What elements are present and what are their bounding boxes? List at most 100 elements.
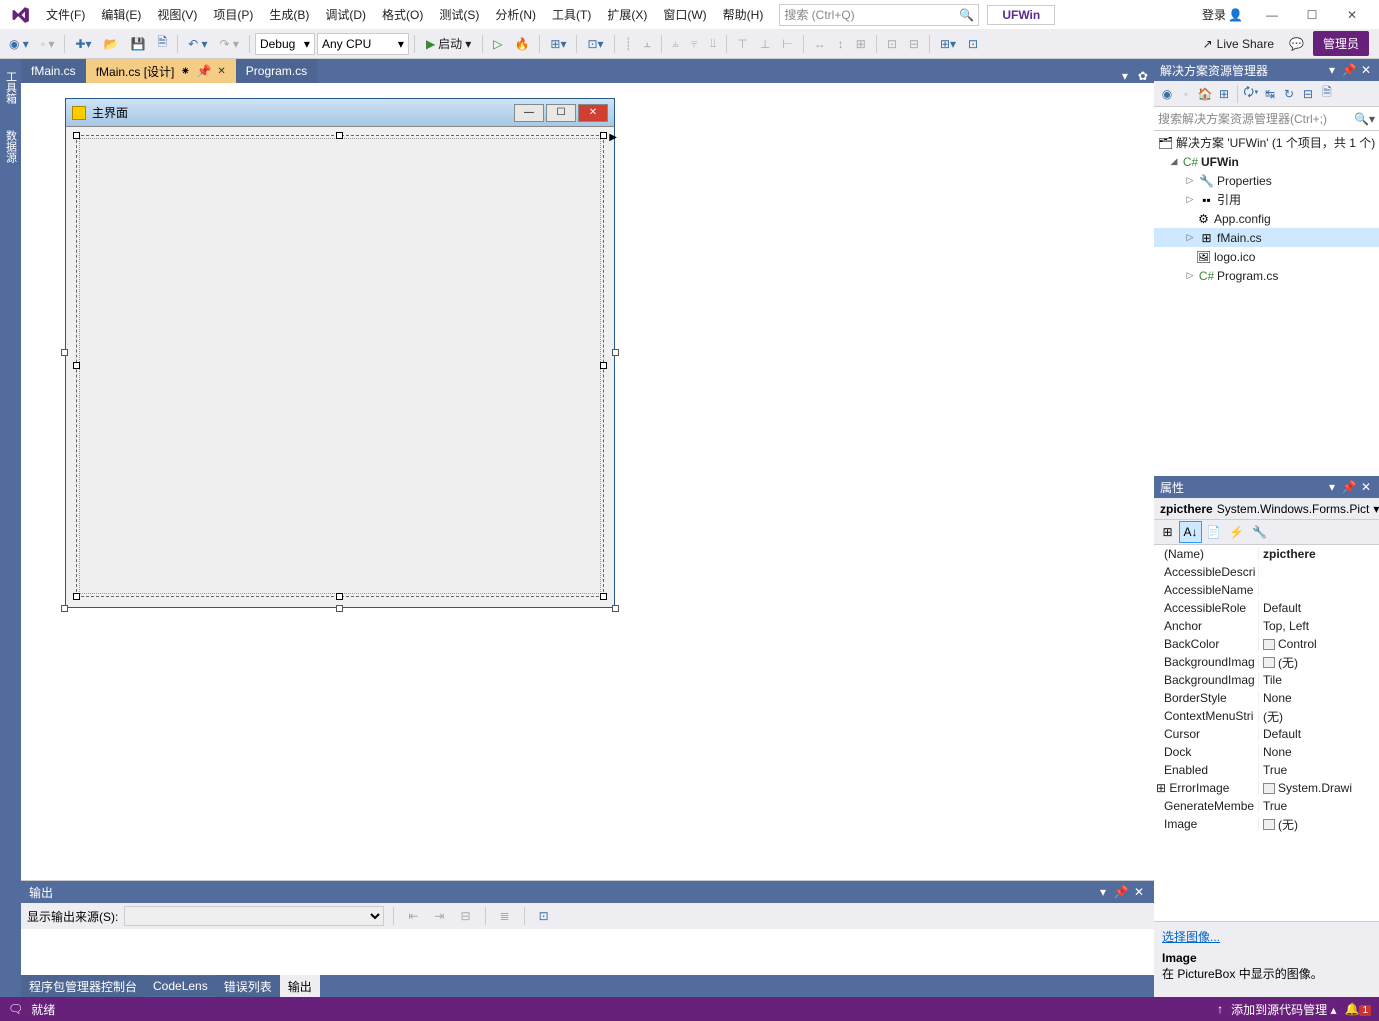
pin-icon[interactable]: 📌 bbox=[196, 64, 211, 78]
menu-debug[interactable]: 调试(D) bbox=[317, 2, 374, 27]
prop-row[interactable]: GenerateMembeTrue bbox=[1154, 797, 1379, 815]
align-1[interactable]: ⫨ bbox=[667, 33, 684, 54]
se-close-icon[interactable]: ✕ bbox=[1359, 63, 1373, 77]
props-pages-button[interactable]: 🔧 bbox=[1248, 521, 1271, 543]
se-home-icon[interactable]: 🏠 bbox=[1196, 85, 1214, 103]
picturebox-selected[interactable]: ▶ bbox=[76, 135, 604, 597]
feedback-button[interactable]: 💬 bbox=[1284, 34, 1309, 54]
start-nodbg-button[interactable]: ▷ bbox=[488, 34, 507, 54]
solution-name-badge[interactable]: UFWin bbox=[987, 5, 1055, 25]
resize-handle[interactable] bbox=[73, 593, 80, 600]
nav-back-button[interactable]: ◉ ▾ bbox=[4, 34, 34, 54]
tree-solution[interactable]: 🗂解决方案 'UFWin' (1 个项目，共 1 个) bbox=[1154, 133, 1379, 152]
save-all-button[interactable]: 🗎 bbox=[152, 30, 172, 57]
se-back-icon[interactable]: ◉ bbox=[1158, 85, 1176, 103]
spacing-2[interactable]: ↕ bbox=[833, 34, 849, 54]
scm-button[interactable]: 添加到源代码管理 ▴ bbox=[1231, 1001, 1336, 1018]
form-handle[interactable] bbox=[336, 605, 343, 612]
menu-window[interactable]: 窗口(W) bbox=[655, 2, 714, 27]
nav-fwd-button[interactable]: ◦ ▾ bbox=[36, 34, 60, 54]
se-pin-icon[interactable]: 📌 bbox=[1342, 63, 1356, 77]
align-6[interactable]: ⊢ bbox=[777, 34, 797, 54]
resize-handle[interactable] bbox=[600, 362, 607, 369]
tab-fmain-design[interactable]: fMain.cs [设计]⁕📌✕ bbox=[86, 59, 236, 83]
out-btn-4[interactable]: ≣ bbox=[495, 906, 515, 926]
props-pin-icon[interactable]: 📌 bbox=[1342, 480, 1356, 494]
resize-handle[interactable] bbox=[73, 362, 80, 369]
sign-in-button[interactable]: 登录👤 bbox=[1196, 2, 1249, 27]
output-body[interactable] bbox=[21, 929, 1154, 975]
btab-pkg-console[interactable]: 程序包管理器控制台 bbox=[21, 975, 145, 998]
tab-program-cs[interactable]: Program.cs bbox=[236, 59, 317, 83]
hot-reload-button[interactable]: 🔥 bbox=[509, 34, 534, 54]
align-2[interactable]: ⫧ bbox=[686, 33, 703, 54]
resize-handle[interactable] bbox=[336, 593, 343, 600]
align-3[interactable]: ⫫ bbox=[705, 33, 722, 54]
resize-handle[interactable] bbox=[600, 132, 607, 139]
prop-row[interactable]: EnabledTrue bbox=[1154, 761, 1379, 779]
tb-misc-1[interactable]: ⊞▾ bbox=[935, 34, 961, 54]
tree-properties[interactable]: ▷🔧Properties bbox=[1154, 171, 1379, 190]
prop-row[interactable]: BorderStyleNone bbox=[1154, 689, 1379, 707]
resize-handle[interactable] bbox=[600, 593, 607, 600]
prop-row[interactable]: BackgroundImag(无) bbox=[1154, 653, 1379, 671]
prop-row[interactable]: BackColorControl bbox=[1154, 635, 1379, 653]
size-1[interactable]: ⊡ bbox=[882, 34, 902, 54]
form-handle[interactable] bbox=[61, 349, 68, 356]
align-4[interactable]: ⊤ bbox=[732, 34, 752, 54]
tree-program[interactable]: ▷C#Program.cs bbox=[1154, 266, 1379, 285]
resize-handle[interactable] bbox=[73, 132, 80, 139]
redo-button[interactable]: ↷ ▾ bbox=[215, 34, 244, 54]
btab-output[interactable]: 输出 bbox=[280, 975, 320, 998]
property-grid[interactable]: (Name)zpicthereAccessibleDescriAccessibl… bbox=[1154, 545, 1379, 922]
smart-tag-icon[interactable]: ▶ bbox=[609, 132, 617, 143]
tab-fmain-cs[interactable]: fMain.cs bbox=[21, 59, 86, 83]
tree-fmain[interactable]: ▷⊞fMain.cs bbox=[1154, 228, 1379, 247]
solution-tree[interactable]: 🗂解决方案 'UFWin' (1 个项目，共 1 个) ◢C#UFWin ▷🔧P… bbox=[1154, 131, 1379, 476]
se-switch-icon[interactable]: ⊞ bbox=[1215, 85, 1233, 103]
tab-overflow[interactable]: ▾ ✿ bbox=[1122, 69, 1154, 83]
minimize-button[interactable]: — bbox=[1255, 4, 1289, 26]
menu-extensions[interactable]: 扩展(X) bbox=[599, 2, 655, 27]
prop-row[interactable]: AnchorTop, Left bbox=[1154, 617, 1379, 635]
save-button[interactable]: 💾 bbox=[125, 34, 150, 54]
out-btn-1[interactable]: ⇤ bbox=[403, 906, 423, 926]
menu-help[interactable]: 帮助(H) bbox=[715, 2, 772, 27]
menu-test[interactable]: 测试(S) bbox=[431, 2, 487, 27]
prop-row[interactable]: AccessibleRoleDefault bbox=[1154, 599, 1379, 617]
prop-row[interactable]: AccessibleName bbox=[1154, 581, 1379, 599]
close-tab-icon[interactable]: ✕ bbox=[217, 66, 225, 77]
tree-references[interactable]: ▷▪▪引用 bbox=[1154, 190, 1379, 209]
menu-edit[interactable]: 编辑(E) bbox=[93, 2, 149, 27]
tree-logo[interactable]: 🖼logo.ico bbox=[1154, 247, 1379, 266]
winform-preview[interactable]: 主界面 — ☐ ✕ bbox=[65, 98, 615, 608]
pane-pin-icon[interactable]: 📌 bbox=[1114, 885, 1128, 899]
props-events-button[interactable]: ⚡ bbox=[1225, 521, 1248, 543]
prop-row[interactable]: BackgroundImagTile bbox=[1154, 671, 1379, 689]
props-menu-icon[interactable]: ▾ bbox=[1325, 480, 1339, 494]
prop-row[interactable]: ⊞ ErrorImageSystem.Drawi bbox=[1154, 779, 1379, 797]
props-props-button[interactable]: 📄 bbox=[1202, 521, 1225, 543]
form-designer-surface[interactable]: 主界面 — ☐ ✕ bbox=[21, 83, 1154, 880]
prop-row[interactable]: CursorDefault bbox=[1154, 725, 1379, 743]
props-close-icon[interactable]: ✕ bbox=[1359, 480, 1373, 494]
rail-toolbox[interactable]: 工具箱 bbox=[2, 63, 20, 112]
menu-tools[interactable]: 工具(T) bbox=[544, 2, 599, 27]
new-project-button[interactable]: ✚▾ bbox=[70, 34, 96, 54]
platform-dropdown[interactable]: Any CPU▾ bbox=[317, 33, 409, 55]
output-source-dropdown[interactable] bbox=[124, 906, 384, 926]
out-btn-5[interactable]: ⊡ bbox=[534, 906, 554, 926]
align-left-button[interactable]: ⫠ bbox=[639, 33, 656, 54]
close-button[interactable]: ✕ bbox=[1335, 4, 1369, 26]
spacing-1[interactable]: ↔ bbox=[809, 34, 831, 54]
se-refresh-icon[interactable]: ↻ bbox=[1280, 85, 1298, 103]
menu-file[interactable]: 文件(F) bbox=[38, 2, 93, 27]
se-wrench-icon[interactable]: ↹ bbox=[1261, 85, 1279, 103]
menu-view[interactable]: 视图(V) bbox=[149, 2, 205, 27]
publish-icon[interactable]: ↑ bbox=[1217, 1002, 1223, 1016]
se-fwd-icon[interactable]: ◦ bbox=[1177, 85, 1195, 103]
props-categorized-button[interactable]: ⊞ bbox=[1156, 521, 1179, 543]
rail-datasources[interactable]: 数据源 bbox=[2, 122, 20, 171]
form-handle[interactable] bbox=[612, 605, 619, 612]
se-sync-icon[interactable]: 🗘▾ bbox=[1242, 85, 1260, 103]
